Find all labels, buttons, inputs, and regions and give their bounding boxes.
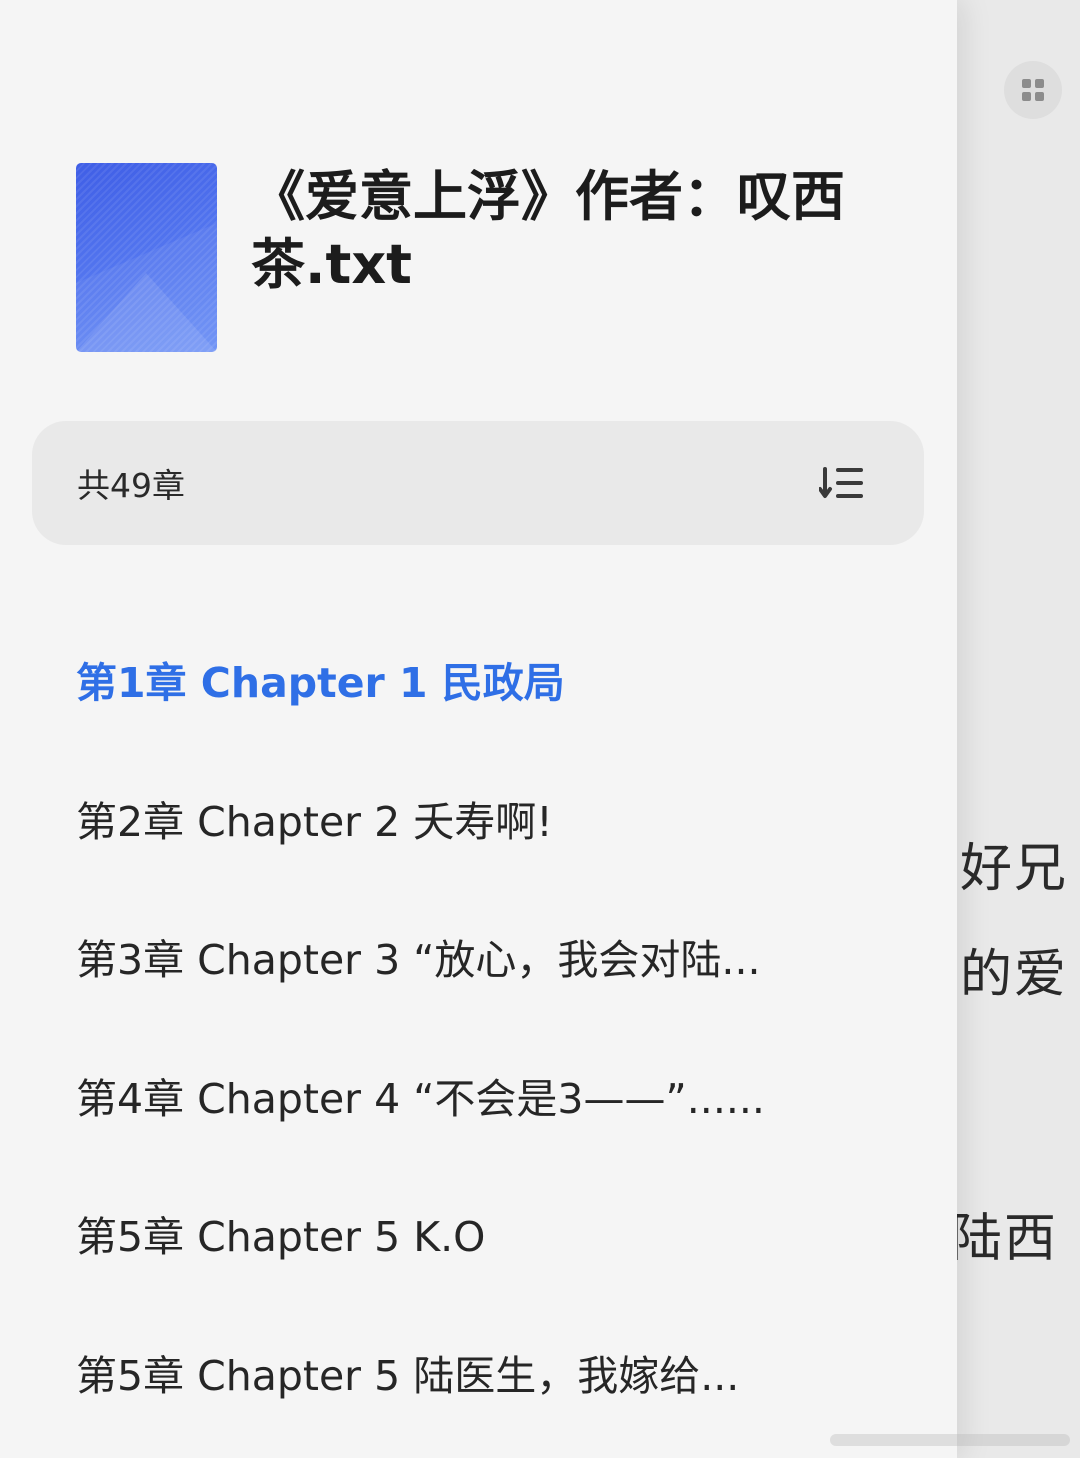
reader-text-line: 陆西 [950,1209,1059,1269]
chapter-item-2[interactable]: 第2章 Chapter 2 夭寿啊! [76,749,917,888]
chapter-item-6[interactable]: 第5章 Chapter 5 陆医生，我嫁给... [76,1303,917,1442]
book-cover[interactable] [76,163,217,352]
chapter-item-3[interactable]: 第3章 Chapter 3 “放心，我会对陆... [76,887,917,1026]
reader-text-line: 的爱 [960,945,1069,1005]
book-header: 《爱意上浮》作者：叹西茶.txt [76,163,897,352]
sort-list-icon [819,467,863,498]
grid-menu-button[interactable] [1004,61,1062,119]
book-cover-art-icon [76,223,217,352]
chapter-summary-bar: 共49章 [32,421,924,545]
toc-drawer: 《爱意上浮》作者：叹西茶.txt 共49章 第1章 Chapter 1 民政局 … [0,0,957,1458]
book-title: 《爱意上浮》作者：叹西茶.txt [251,165,845,296]
home-indicator[interactable] [830,1434,1070,1446]
chapter-item-5[interactable]: 第5章 Chapter 5 K.O [76,1164,917,1303]
chapter-item-1[interactable]: 第1章 Chapter 1 民政局 [76,610,917,749]
chapter-item-4[interactable]: 第4章 Chapter 4 “不会是3——”...... [76,1026,917,1165]
grid-icon [1022,79,1044,101]
sort-button[interactable] [818,463,866,503]
chapter-list: 第1章 Chapter 1 民政局 第2章 Chapter 2 夭寿啊! 第3章… [76,610,917,1441]
chapter-count: 共49章 [77,466,185,505]
reader-text-line: 好兄 [960,839,1069,899]
